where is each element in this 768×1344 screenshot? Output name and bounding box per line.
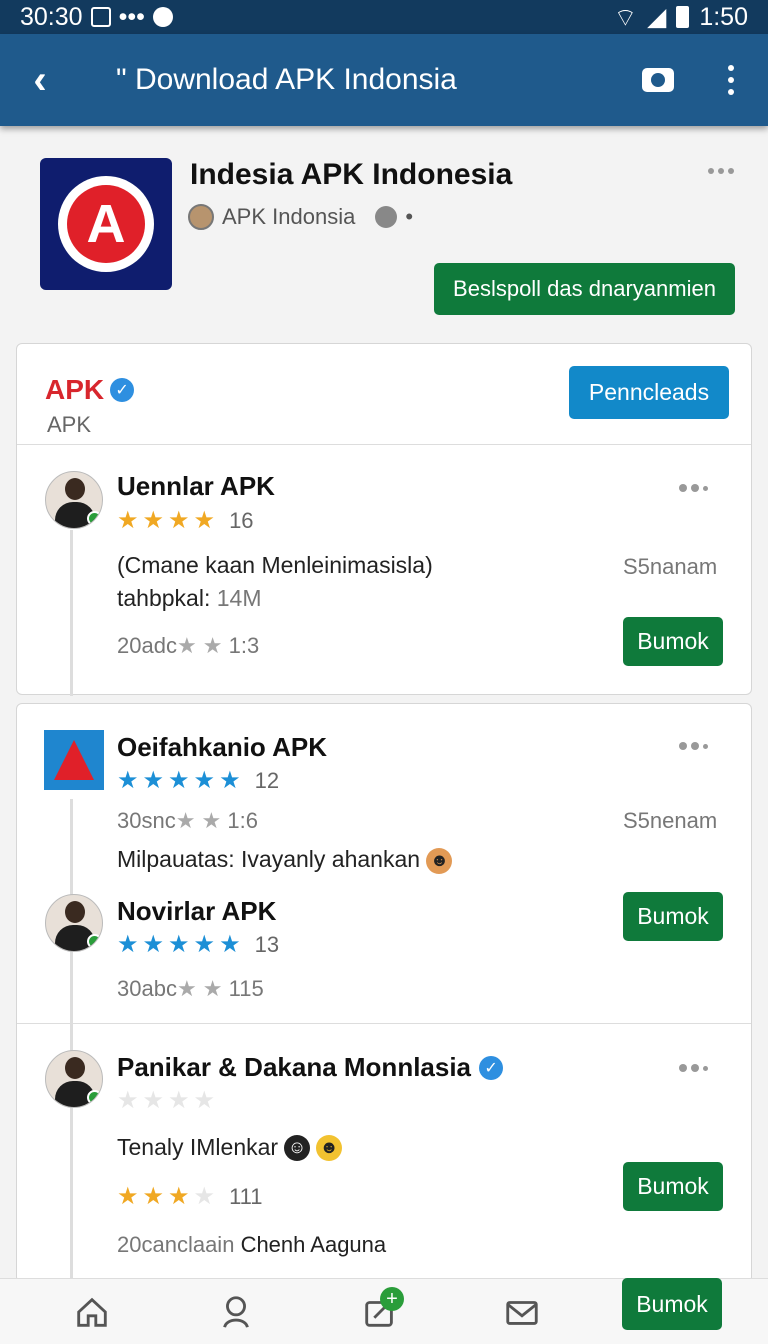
item-description-row: Tenaly IMlenkar ☺ ☻ [117,1134,343,1161]
item-action-button[interactable]: Bumok [623,892,723,941]
list-item-title-row[interactable]: Panikar & Dakana Monnlasia ✓ [117,1052,504,1083]
rating-stars: ★ ★ ★ ★ 111 [117,1183,263,1210]
item-size-row: tahbpkal: 14M [117,585,262,612]
item-meta-prefix: 20adc [117,633,177,658]
item-size-value: 14M [216,585,262,611]
back-arrow-icon[interactable]: ‹ [0,34,80,126]
rating-stars: ★ ★ ★ ★ ★ 12 [117,767,280,794]
app-bar: ‹ " Download APK Indonsia [0,34,768,126]
rating-stars: ★ ★ ★ ★ 16 [117,507,254,534]
verified-icon: ✓ [110,378,135,402]
apk-list-card: Oeifahkanio APK ★ ★ ★ ★ ★ 12 30snc★ ★ 1:6 S5… [16,703,752,1284]
avatar-emoji-icon: ☺ [284,1134,311,1161]
app-icon[interactable] [44,730,104,790]
brand-subtitle: APK [47,412,92,437]
item-meta: 20adc★ ★ 1:3 [117,633,259,659]
item-size-label: tahbpkal: [117,585,211,611]
list-item-title[interactable]: Oeifahkanio APK [117,732,327,763]
verified-icon: ✓ [479,1055,504,1080]
app-title: Indesia APK Indonesia [190,158,513,191]
publisher-name[interactable]: APK Indonsia [222,204,355,230]
rating-count: 16 [229,507,254,533]
publisher-row: APK Indonsia • [188,204,413,230]
star-icon: ★ ★ [175,808,222,833]
app-logo: A [40,158,172,290]
bottom-action-button[interactable]: Bumok [622,1278,722,1330]
brand-name: APK [45,374,105,405]
edit-icon[interactable]: + [350,1287,410,1337]
search-icon[interactable] [206,1287,266,1337]
star-icon: ★ ★ [176,633,223,658]
notification-icon [152,7,173,27]
item-meta: 30abc★ ★ 115 [117,976,264,1002]
status-time-right: 1:50 [699,2,748,31]
dot-icon: • [405,204,414,229]
timeline-line [70,530,73,696]
avatar[interactable] [45,471,103,529]
apk-logo-icon: A [67,185,145,263]
status-time-left: 30:30 [20,2,83,31]
item-description: (Cmane kaan Menleinimasisla) [117,552,433,578]
list-item-title[interactable]: Uennlar APK [117,471,275,502]
laughing-emoji-icon: ☻ [316,1134,343,1161]
row-menu-icon[interactable] [679,1064,708,1072]
camera-icon[interactable] [642,68,674,92]
battery-icon [676,6,690,28]
rating-stars-empty: ★ ★ ★ ★ [117,1087,216,1114]
info-icon[interactable] [375,206,398,228]
plus-badge-icon: + [380,1287,404,1311]
list-item-title[interactable]: Novirlar APK [117,896,276,927]
item-description-row: Milpauatas: Ivayanly ahankan ☻ [117,846,453,874]
publisher-avatar [188,204,214,230]
rating-count: 13 [254,931,280,957]
row-menu-icon[interactable] [679,742,708,750]
signal-icon: ◢ [647,3,667,31]
timeline-line [70,799,73,1284]
item-meta-prefix: 20canclaain [117,1232,235,1257]
face-emoji-icon: ☻ [426,847,453,874]
item-action-button[interactable]: Bumok [623,1162,723,1211]
item-meta-value: 115 [228,976,264,1001]
item-meta-value: 1:6 [227,808,258,833]
gallery-icon [90,7,111,27]
star-icon: ★ ★ [176,976,223,1001]
overflow-menu-icon[interactable] [728,65,734,95]
item-action-button[interactable]: Bumok [623,617,723,666]
item-description: Milpauatas: Ivayanly ahankan [117,846,421,872]
more-options-icon[interactable] [708,168,734,174]
item-status: S5nenam [623,808,718,833]
list-item-title[interactable]: Panikar & Dakana Monnlasia [117,1052,471,1083]
item-meta: 30snc★ ★ 1:6 [117,808,258,834]
divider [17,1023,751,1024]
divider [17,444,751,445]
rating-stars: ★ ★ ★ ★ ★ 13 [117,931,280,958]
avatar[interactable] [45,1050,103,1108]
item-meta-prefix: 30snc [117,808,176,833]
item-description: Tenaly IMlenkar [117,1134,279,1160]
brand-header: APK ✓ [45,374,135,406]
app-bar-title: " Download APK Indonsia [116,63,457,96]
item-meta-value: Chenh Aaguna [240,1232,387,1257]
download-button[interactable]: Beslspoll das dnaryanmien [434,263,735,315]
item-meta-prefix: 30abc [117,976,177,1001]
downloads-button[interactable]: Penncleads [569,366,729,419]
rating-count: 12 [254,767,280,793]
item-status: S5nanam [623,554,718,579]
item-meta: 20canclaain Chenh Aaguna [117,1232,386,1258]
avatar[interactable] [45,894,103,952]
mail-icon[interactable] [492,1287,552,1337]
row-menu-icon[interactable] [679,484,708,492]
item-meta-value: 1:3 [228,633,260,658]
more-notifications-icon: ••• [118,2,145,31]
rating-count: 111 [229,1183,263,1209]
home-icon[interactable] [62,1287,122,1337]
apk-card: APK ✓ APK Penncleads Uennlar APK ★ ★ ★ ★ 16… [16,343,752,696]
status-bar: 30:30 ••• ⌔ ◢ 1:50 [0,0,768,34]
wifi-icon: ⌔ [613,3,638,32]
